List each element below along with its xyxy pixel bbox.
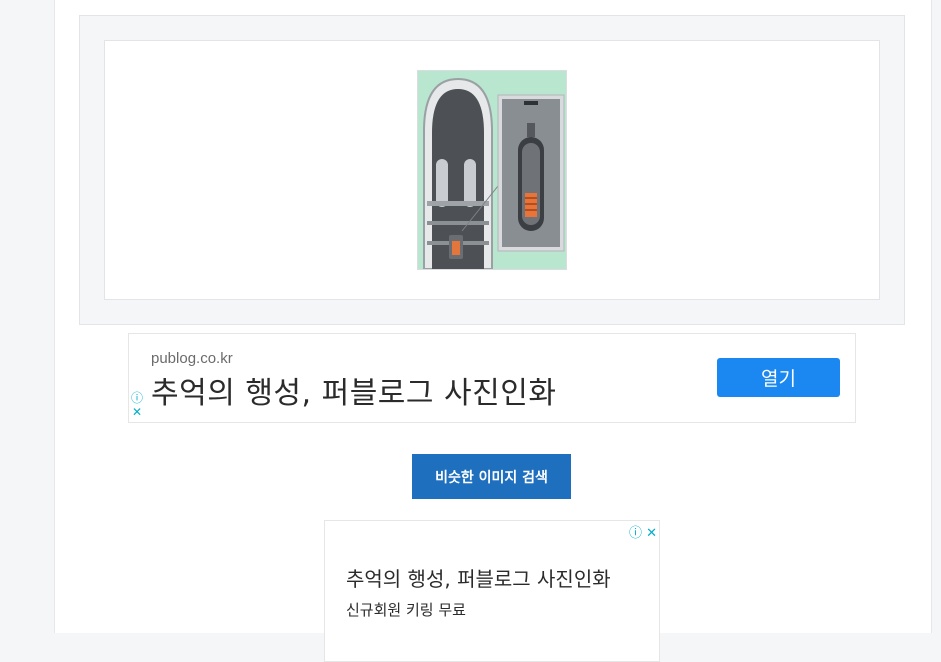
image-result-panel	[79, 15, 905, 325]
adchoices-badge[interactable]: ⓘ ✕	[629, 522, 657, 541]
ad-banner[interactable]: publog.co.kr 추억의 행성, 퍼블로그 사진인화 열기 ⓘ ✕	[128, 333, 856, 423]
close-icon[interactable]: ✕	[646, 526, 657, 541]
adchoices-badge[interactable]: ⓘ ✕	[131, 391, 143, 419]
ad-domain[interactable]: publog.co.kr	[151, 350, 233, 367]
info-icon[interactable]: ⓘ	[629, 526, 642, 541]
similar-image-search-button[interactable]: 비슷한 이미지 검색	[412, 454, 571, 499]
close-icon[interactable]: ✕	[131, 405, 143, 419]
reactor-vessel-image[interactable]	[417, 70, 567, 270]
ad-open-button[interactable]: 열기	[717, 358, 840, 397]
ad-box-title[interactable]: 추억의 행성, 퍼블로그 사진인화	[346, 563, 611, 592]
ad-box-subtitle[interactable]: 신규회원 키링 무료	[346, 599, 466, 620]
info-icon[interactable]: ⓘ	[131, 391, 143, 405]
ad-box[interactable]: ⓘ ✕ 추억의 행성, 퍼블로그 사진인화 신규회원 키링 무료	[324, 520, 660, 662]
image-result-inner	[104, 40, 880, 300]
ad-headline[interactable]: 추억의 행성, 퍼블로그 사진인화	[151, 368, 556, 412]
